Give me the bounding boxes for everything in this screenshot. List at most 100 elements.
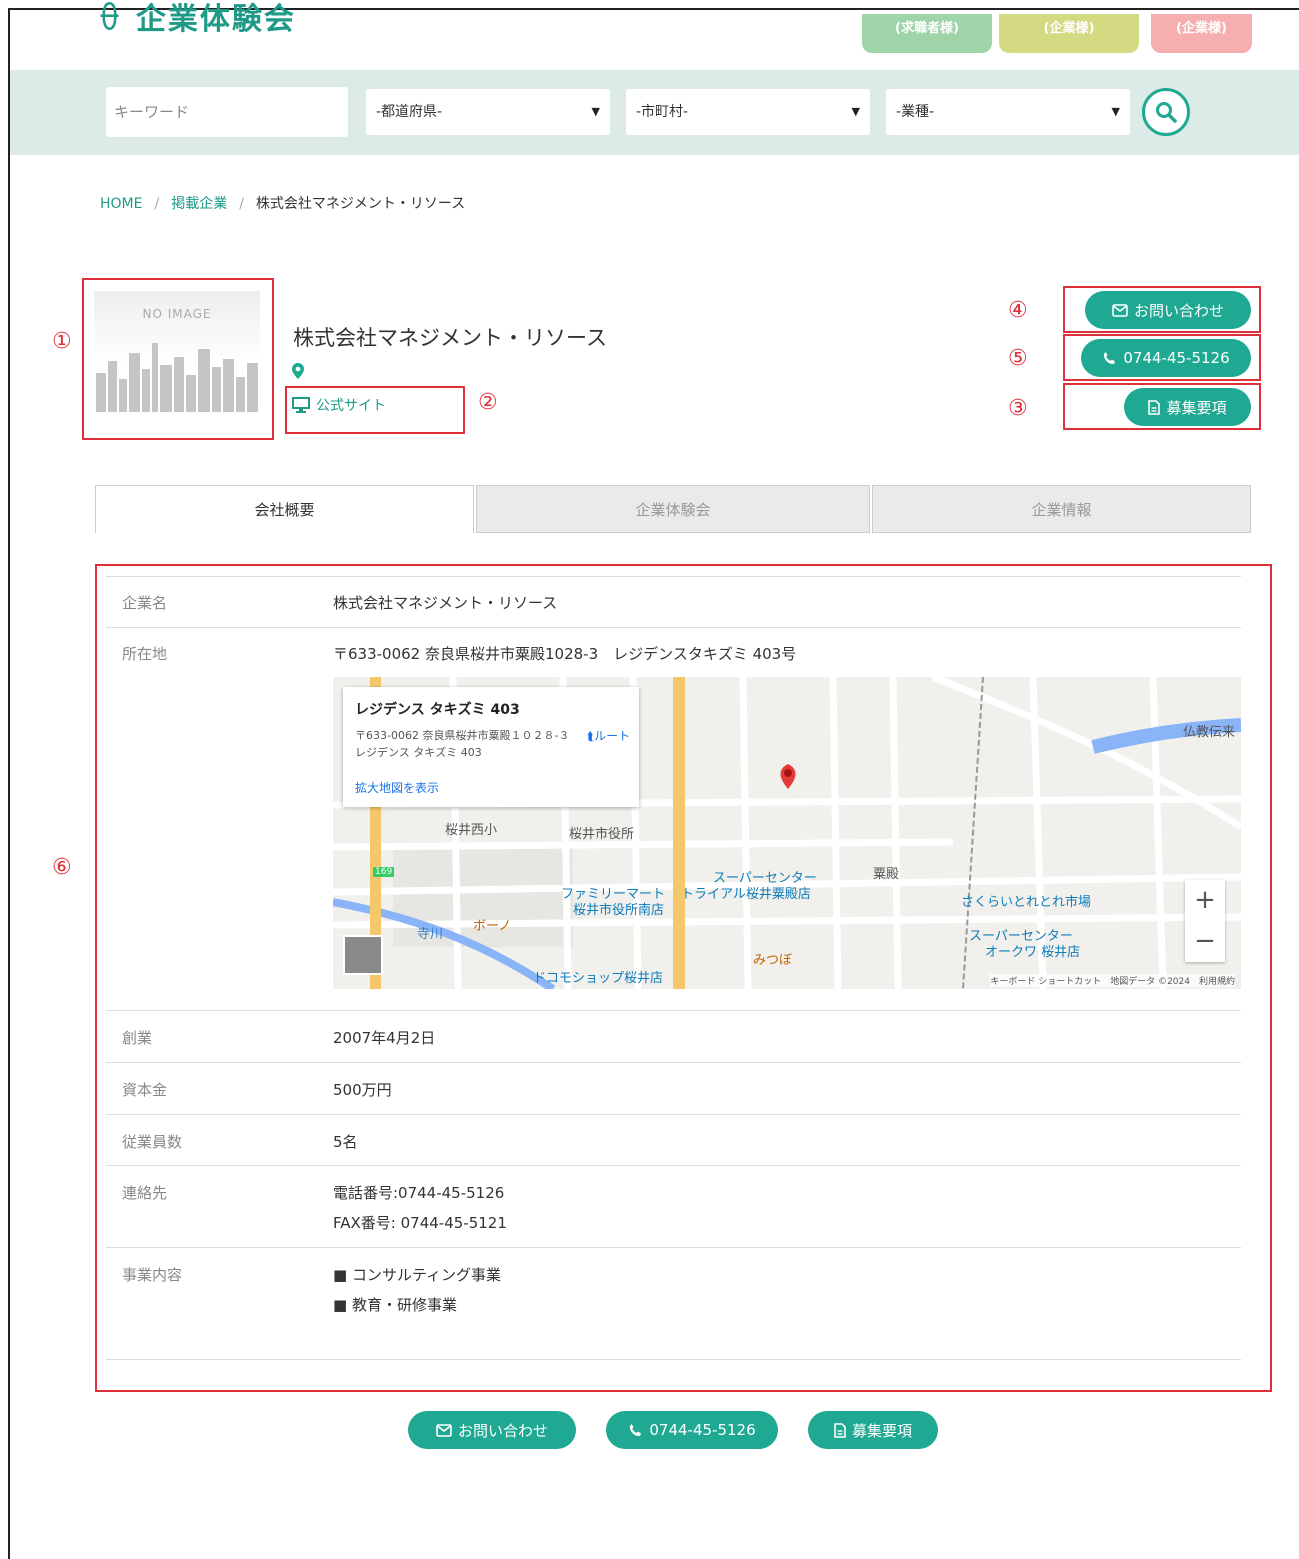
map-place-address: 〒633-0062 奈良県桜井市粟殿１０２８-３ レジデンス タキズミ 403 — [355, 729, 570, 759]
city-value: -市町村- — [636, 104, 689, 120]
map-enlarge-link[interactable]: 拡大地図を表示 — [355, 779, 439, 796]
industry-value: -業種- — [896, 104, 935, 120]
tab-company-overview[interactable]: 会社概要 — [95, 485, 474, 533]
industry-select[interactable]: -業種- ▼ — [886, 89, 1130, 135]
bottom-contact-button[interactable]: お問い合わせ — [408, 1411, 576, 1449]
value-business-2: ■ 教育・研修事業 — [333, 1296, 457, 1314]
table-row — [106, 1359, 1241, 1360]
map-zoom-control: + − — [1185, 880, 1225, 962]
label-address: 所在地 — [122, 645, 168, 663]
phone-icon — [1104, 351, 1116, 364]
map-label: オークワ 桜井店 — [985, 945, 1081, 960]
phone-button-label: 0744-45-5126 — [1123, 349, 1230, 367]
breadcrumb-separator: / — [154, 196, 160, 212]
jobseeker-button[interactable]: (求職者様) — [862, 14, 992, 53]
company-login-button[interactable]: (企業様) — [1151, 14, 1252, 53]
value-business-1: ■ コンサルティング事業 — [333, 1266, 502, 1284]
annotation-number-3: ③ — [1008, 396, 1028, 421]
map-label: みつぼ — [753, 953, 793, 968]
label-capital: 資本金 — [122, 1081, 168, 1099]
monitor-icon — [292, 397, 310, 413]
label-employees: 従業員数 — [122, 1133, 183, 1151]
contact-button[interactable]: お問い合わせ — [1085, 291, 1251, 329]
bottom-phone-button[interactable]: 0744-45-5126 — [606, 1411, 778, 1449]
table-row — [106, 576, 1241, 577]
official-site-label: 公式サイト — [316, 398, 386, 414]
map-footer: キーボード ショートカット 地図データ ©2024 利用規約 — [990, 974, 1235, 987]
official-site-link[interactable]: 公式サイト — [292, 395, 386, 415]
value-contact-tel: 電話番号:0744-45-5126 — [333, 1184, 505, 1202]
phone-button[interactable]: 0744-45-5126 — [1081, 339, 1251, 377]
search-button[interactable] — [1142, 88, 1190, 136]
map-label: ボーノ — [473, 919, 512, 934]
map-label: 桜井西小 — [445, 823, 498, 838]
bottom-recruit-button[interactable]: 募集要項 — [808, 1411, 938, 1449]
tab-company-info[interactable]: 企業情報 — [872, 485, 1251, 533]
zoom-in-icon[interactable]: + — [1185, 880, 1225, 921]
chevron-down-icon: ▼ — [1111, 105, 1120, 118]
value-company-name: 株式会社マネジメント・リソース — [333, 594, 558, 612]
search-icon — [1156, 102, 1177, 123]
breadcrumb-home[interactable]: HOME — [100, 196, 142, 212]
route-shield: 169 — [373, 867, 395, 877]
table-row — [106, 1062, 1241, 1063]
breadcrumb-separator: / — [239, 196, 244, 212]
contact-button-label: お問い合わせ — [1133, 301, 1224, 320]
tab-company-experience[interactable]: 企業体験会 — [476, 485, 870, 533]
table-row — [106, 1247, 1241, 1248]
company-button[interactable]: (企業様) — [999, 14, 1139, 53]
map-label: 桜井市役所 — [569, 827, 635, 842]
annotation-number-2: ② — [478, 390, 498, 415]
document-icon — [834, 1422, 846, 1438]
bottom-recruit-label: 募集要項 — [851, 1421, 912, 1440]
label-founded: 創業 — [122, 1029, 153, 1047]
annotation-number-1: ① — [52, 329, 72, 354]
logo-icon: ꂷ — [98, 2, 124, 37]
prefecture-value: -都道府県- — [376, 104, 443, 120]
phone-icon — [630, 1423, 642, 1436]
company-image: NO IMAGE — [94, 291, 260, 412]
annotation-number-5: ⑤ — [1008, 346, 1028, 371]
map-label: 粟殿 — [873, 867, 900, 882]
bottom-phone-label: 0744-45-5126 — [649, 1421, 756, 1439]
city-skyline-icon — [96, 343, 258, 412]
value-address: 〒633-0062 奈良県桜井市粟殿1028-3 レジデンスタキズミ 403号 — [333, 645, 797, 663]
recruit-button-label: 募集要項 — [1166, 398, 1227, 417]
breadcrumb-companies[interactable]: 掲載企業 — [171, 196, 227, 212]
company-name: 株式会社マネジメント・リソース — [293, 326, 607, 350]
label-business: 事業内容 — [122, 1266, 183, 1284]
map-label: 仏教伝来 — [1183, 725, 1236, 740]
window-frame-left — [8, 8, 10, 1559]
bottom-contact-label: お問い合わせ — [457, 1421, 548, 1440]
prefecture-select[interactable]: -都道府県- ▼ — [366, 89, 610, 135]
zoom-out-icon[interactable]: − — [1185, 921, 1225, 962]
map-pin-icon — [292, 363, 304, 379]
city-select[interactable]: -市町村- ▼ — [626, 89, 870, 135]
recruit-button[interactable]: 募集要項 — [1124, 388, 1251, 426]
map-label: トライアル桜井粟殿店 — [681, 887, 811, 902]
chevron-down-icon: ▼ — [851, 105, 860, 118]
table-row — [106, 1165, 1241, 1166]
table-row — [106, 1114, 1241, 1115]
satellite-toggle[interactable] — [343, 935, 383, 975]
mail-icon — [1112, 303, 1128, 317]
breadcrumb-current: 株式会社マネジメント・リソース — [255, 196, 466, 212]
annotation-number-6: ⑥ — [52, 855, 72, 880]
document-icon — [1148, 399, 1161, 415]
map-info-card: レジデンス タキズミ 403 〒633-0062 奈良県桜井市粟殿１０２８-３ … — [343, 687, 639, 807]
table-row — [106, 627, 1241, 628]
map-label: さくらいとれとれ市場 — [961, 895, 1092, 910]
map-route-link[interactable]: ⮬ルート — [587, 727, 630, 744]
map-label: 寺川 — [417, 927, 444, 942]
breadcrumb: HOME / 掲載企業 / 株式会社マネジメント・リソース — [100, 193, 465, 213]
map-label: ドコモショップ桜井店 — [533, 971, 664, 986]
map-place-name: レジデンス タキズミ 403 — [355, 702, 520, 718]
google-map[interactable]: レジデンス タキズミ 403 〒633-0062 奈良県桜井市粟殿１０２８-３ … — [333, 677, 1241, 989]
keyword-input[interactable] — [106, 87, 348, 137]
site-logo[interactable]: ꂷ 企業体験会 — [98, 0, 296, 38]
map-label: 桜井市役所南店 — [573, 903, 665, 918]
value-employees: 5名 — [333, 1133, 358, 1151]
annotation-number-4: ④ — [1008, 298, 1028, 323]
label-contact: 連絡先 — [122, 1184, 168, 1202]
chevron-down-icon: ▼ — [591, 105, 600, 118]
